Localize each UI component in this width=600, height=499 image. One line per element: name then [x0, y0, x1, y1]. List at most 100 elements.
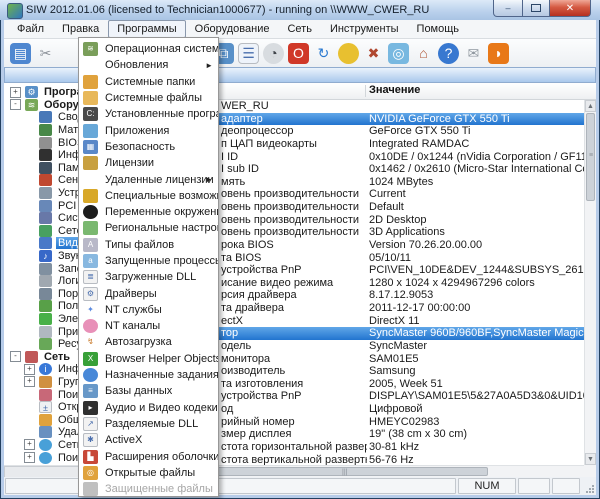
menu-item[interactable]: Региональные настройки ►: [79, 220, 218, 236]
scroll-down-icon[interactable]: ▼: [585, 453, 596, 465]
menu-item[interactable]: A Типы файлов ►: [79, 237, 218, 253]
table-row[interactable]: I sub ID 0x1462 / 0x2610 (Micro-Star Int…: [195, 163, 584, 176]
menu-item[interactable]: ✱ ActiveX ►: [79, 432, 218, 448]
menubar-item[interactable]: Помощь: [408, 20, 469, 38]
power-icon[interactable]: O: [288, 43, 309, 64]
menu-item[interactable]: Системные папки ►: [79, 74, 218, 90]
table-row[interactable]: одель SyncMaster: [195, 340, 584, 353]
cut-icon[interactable]: ✂: [35, 43, 56, 64]
table-row-value: Current: [369, 188, 584, 200]
rss-icon[interactable]: ◗: [488, 43, 509, 64]
table-row[interactable]: овень производительности 3D Applications: [195, 226, 584, 239]
tree-expander-icon[interactable]: +: [24, 364, 35, 375]
table-row[interactable]: WER_RU: [195, 100, 584, 113]
menu-item[interactable]: ↯ Автозагрузка ►: [79, 334, 218, 350]
menu-item[interactable]: ≣ Загруженные DLL ►: [79, 269, 218, 285]
help-icon[interactable]: ?: [438, 43, 459, 64]
resize-grip[interactable]: [582, 478, 595, 494]
maximize-button[interactable]: [523, 0, 549, 17]
menu-item-label: Расширения оболочки: [105, 451, 218, 463]
menu-item[interactable]: ▦ Безопасность ►: [79, 139, 218, 155]
menu-item[interactable]: a Запущенные процессы ►: [79, 253, 218, 269]
table-row[interactable]: рока BIOS Version 70.26.20.00.00: [195, 239, 584, 252]
menu-item[interactable]: ≡ Базы данных ►: [79, 383, 218, 399]
table-row[interactable]: та BIOS 05/10/11: [195, 252, 584, 265]
table-hscroll-thumb[interactable]: [208, 467, 488, 476]
table-row[interactable]: п ЦАП видеокарты Integrated RAMDAC: [195, 138, 584, 151]
menu-item[interactable]: Удаленные лицензии ►: [79, 171, 218, 187]
save-icon[interactable]: ▤: [10, 43, 31, 64]
table-vertical-scrollbar[interactable]: ▲ ▼: [584, 100, 596, 465]
table-row[interactable]: стота горизонтальной развертки 30-81 kHz: [195, 441, 584, 454]
menubar-item[interactable]: Инструменты: [321, 20, 408, 38]
tree-expander-icon[interactable]: +: [24, 452, 35, 463]
table-row[interactable]: од Цифровой: [195, 403, 584, 416]
tree-expander-icon[interactable]: +: [24, 439, 35, 450]
table-row[interactable]: та драйвера 2011-12-17 00:00:00: [195, 302, 584, 315]
menubar-item[interactable]: Файл: [8, 20, 53, 38]
table-row[interactable]: устройства PnP DISPLAY\SAM01E5\5&27A0A5D…: [195, 390, 584, 403]
menu-item[interactable]: NT каналы ►: [79, 318, 218, 334]
menu-item[interactable]: C: Установленные программы ►: [79, 106, 218, 122]
table-row[interactable]: I ID 0x10DE / 0x1244 (nVidia Corporation…: [195, 151, 584, 164]
table-row[interactable]: рсия драйвера 8.17.12.9053: [195, 289, 584, 302]
menubar-item[interactable]: Правка: [53, 20, 108, 38]
menu-item[interactable]: Лицензии ►: [79, 155, 218, 171]
table-row[interactable]: адаптер NVIDIA GeForce GTX 550 Ti: [195, 113, 584, 126]
menu-item[interactable]: Назначенные задания ►: [79, 367, 218, 383]
table-row[interactable]: оизводитель Samsung: [195, 365, 584, 378]
menu-item[interactable]: ◎ Открытые файлы ►: [79, 465, 218, 481]
menu-item[interactable]: ▸ Аудио и Видео кодеки ►: [79, 400, 218, 416]
menubar-item[interactable]: Сеть: [278, 20, 320, 38]
menu-item[interactable]: ▙ Расширения оболочки ►: [79, 448, 218, 464]
table-row[interactable]: та изготовления 2005, Week 51: [195, 378, 584, 391]
home-icon[interactable]: ⌂: [413, 43, 434, 64]
table-row[interactable]: овень производительности Default: [195, 201, 584, 214]
table-row[interactable]: змер дисплея 19" (38 cm x 30 cm): [195, 428, 584, 441]
menu-item[interactable]: X Browser Helper Objects ►: [79, 351, 218, 367]
menu-item[interactable]: ≋ Операционная система ►: [79, 41, 218, 57]
table-row[interactable]: стота вертикальной развертки 56-76 Hz: [195, 454, 584, 466]
table-vscroll-thumb[interactable]: [586, 113, 595, 201]
menu-item[interactable]: Защищенные файлы ►: [79, 481, 218, 497]
value-column-header[interactable]: Значение: [369, 84, 420, 96]
table-row[interactable]: исание видео режима 1280 x 1024 x 429496…: [195, 277, 584, 290]
menu-item[interactable]: Обновления ►: [79, 57, 218, 73]
menu-item[interactable]: Системные файлы ►: [79, 90, 218, 106]
menu-item[interactable]: ✦ NT службы ►: [79, 302, 218, 318]
tree-expander-icon[interactable]: -: [10, 99, 21, 110]
menubar-item[interactable]: Программы: [108, 20, 185, 38]
stopwatch-icon[interactable]: ◔: [263, 43, 284, 64]
menubar-item[interactable]: Оборудование: [186, 20, 279, 38]
close-button[interactable]: ✕: [549, 0, 591, 17]
menu-item[interactable]: ⚙ Драйверы ►: [79, 285, 218, 301]
refresh-icon[interactable]: ↻: [313, 43, 334, 64]
table-row-label: I sub ID: [221, 163, 367, 175]
status-pane-num: NUM: [458, 478, 516, 494]
table-row[interactable]: монитора SAM01E5: [195, 353, 584, 366]
key-icon[interactable]: [338, 43, 359, 64]
tools-icon[interactable]: ✖: [363, 43, 384, 64]
minimize-button[interactable]: –: [493, 0, 523, 17]
tree-expander-icon[interactable]: -: [10, 351, 21, 362]
scroll-up-icon[interactable]: ▲: [585, 100, 596, 112]
report-list-icon[interactable]: ☰: [238, 43, 259, 64]
table-horizontal-scrollbar[interactable]: ◀ ▶: [195, 465, 584, 477]
table-row[interactable]: устройства PnP PCI\VEN_10DE&DEV_1244&SUB…: [195, 264, 584, 277]
table-row[interactable]: рийный номер HMEYC02983: [195, 416, 584, 429]
table-row[interactable]: овень производительности 2D Desktop: [195, 214, 584, 227]
menu-item[interactable]: Переменные окружения ►: [79, 204, 218, 220]
table-column-header[interactable]: Значение: [195, 83, 596, 100]
mail-icon[interactable]: ✉: [463, 43, 484, 64]
table-row[interactable]: ectX DirectX 11: [195, 315, 584, 328]
table-row[interactable]: деопроцессор GeForce GTX 550 Ti: [195, 125, 584, 138]
menu-item[interactable]: ↗ Разделяемые DLL ►: [79, 416, 218, 432]
menu-item[interactable]: Специальные возможности ►: [79, 188, 218, 204]
table-row[interactable]: тор SyncMaster 960B/960BF,SyncMaster Mag…: [195, 327, 584, 340]
table-row[interactable]: мять 1024 MBytes: [195, 176, 584, 189]
tree-expander-icon[interactable]: +: [24, 376, 35, 387]
menu-item[interactable]: Приложения ►: [79, 122, 218, 138]
table-row[interactable]: овень производительности Current: [195, 188, 584, 201]
tree-expander-icon[interactable]: +: [10, 87, 21, 98]
map-search-icon[interactable]: ◎: [388, 43, 409, 64]
